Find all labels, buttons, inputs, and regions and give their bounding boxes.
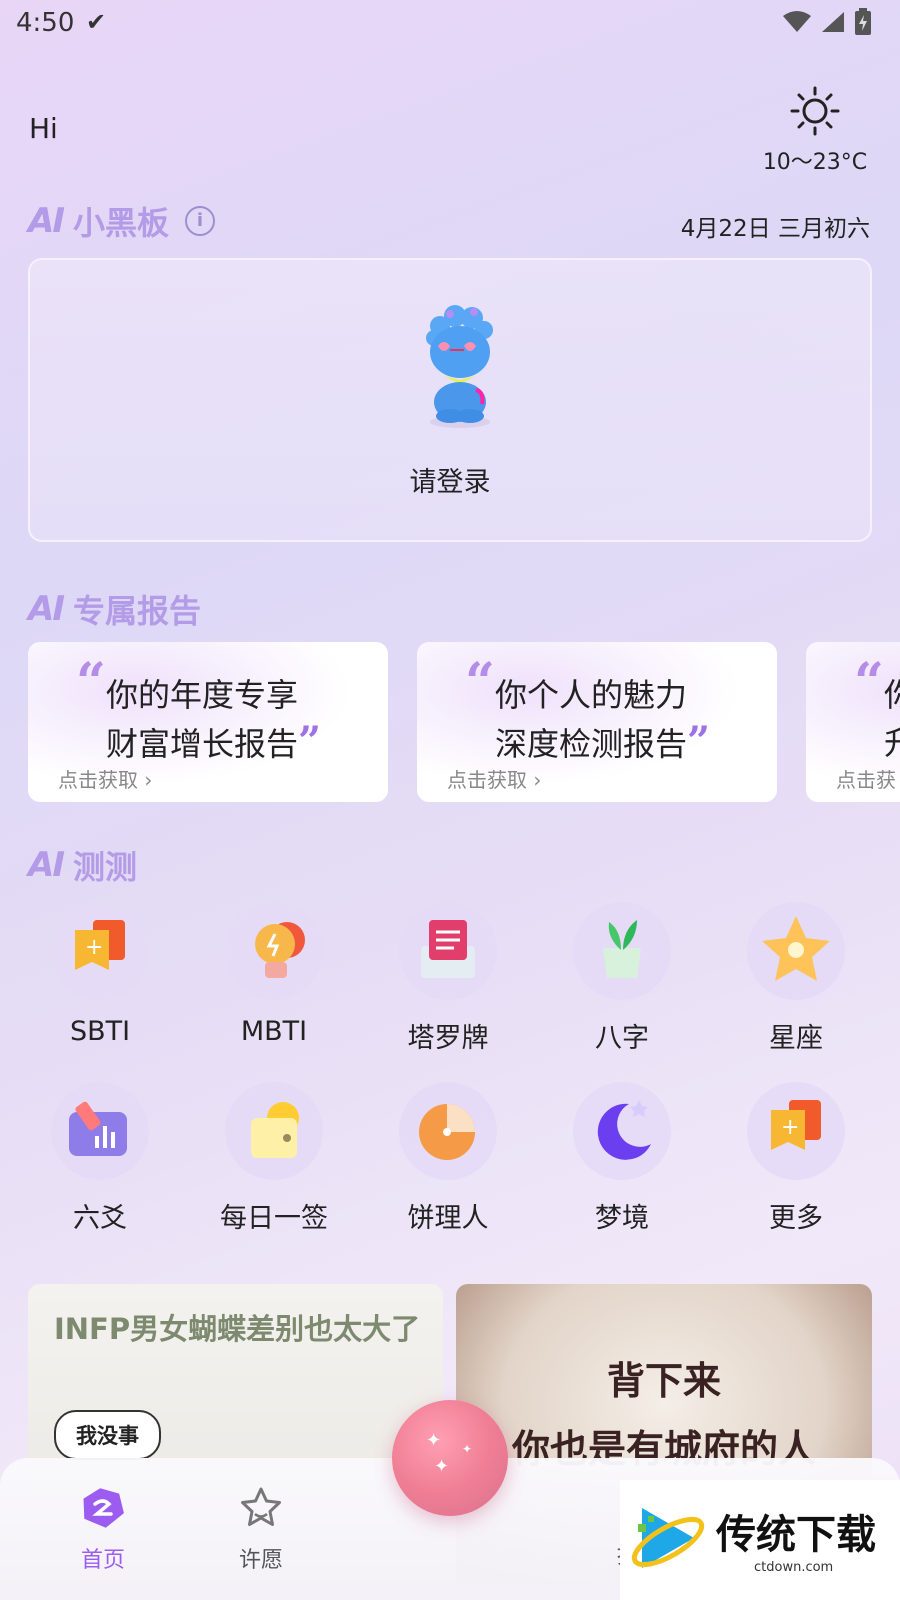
content-card-line1: 背下来 [606,1359,721,1403]
quote-open-icon: “ [854,652,884,713]
tests-title: 测测 [72,848,137,886]
sparkle-icon: ✦ [462,1442,473,1456]
svg-text:+: + [85,935,103,960]
report-title: 专属报告 [72,592,201,630]
download-done-icon: ✔ [86,8,107,36]
status-time: 4:50 [16,8,75,38]
test-label: SBTI [69,1016,131,1047]
watermark-url: ctdown.com [754,1560,834,1575]
test-label: 八字 [595,1023,649,1054]
watermark-logo: 传统下载 ctdown.com [620,1480,900,1600]
date-label: 4月22日 三月初六 [680,216,870,242]
mascot-image [426,305,493,428]
blackboard-header: AI 小黑板 i [28,198,215,244]
battery-icon [855,8,871,35]
test-label: 更多 [769,1203,823,1234]
test-item-liuyao[interactable]: 六爻 [30,1082,170,1235]
report-carousel[interactable]: “ 你的年度专享 财富增长报告” 点击获取 › “ 你个人的魅力 深度检测报告”… [28,642,900,804]
watermark-logo-icon [631,1508,705,1568]
report-cta-link[interactable]: 点击获取 › [58,764,152,793]
greeting-text: Hi [29,112,58,145]
report-cta-link[interactable]: 点击获取 › [447,764,541,793]
test-item-mbti[interactable]: MBTI [204,902,344,1047]
report-line2: 升 [884,718,900,764]
wifi-icon [783,11,811,32]
test-label: 塔罗牌 [407,1023,489,1054]
content-card-title: INFP男女蝴蝶差别也太大了 [54,1312,421,1346]
test-item-daily-sign[interactable]: 每日一签 [204,1082,344,1235]
report-header: AI 专属报告 [28,586,201,632]
blackboard-title: 小黑板 [72,204,169,242]
test-item-pie[interactable]: 饼理人 [378,1082,518,1235]
ai-logo: AI [28,201,65,241]
report-line1: 你的年度专享 [106,676,299,714]
report-cta-link[interactable]: 点击获 [836,764,896,793]
test-label: 星座 [769,1023,823,1054]
sparkle-icon: ✦ [426,1430,442,1451]
report-card[interactable]: “ 你的年度专享 财富增长报告” 点击获取 › [28,642,388,802]
status-bar: 4:50 ✔ [0,0,900,48]
test-item-tarot[interactable]: 塔罗牌 [378,902,518,1055]
test-label: MBTI [240,1016,308,1047]
test-label: 六爻 [73,1203,127,1234]
home-icon [83,1488,124,1528]
sparkle-icon: ✦ [434,1456,450,1477]
sbti-icon: + [51,902,149,1000]
weather-temperature: 10～23°C [762,150,868,175]
nav-wish[interactable]: 许愿 [206,1484,316,1574]
bazi-icon [573,902,671,1000]
pie-icon [399,1082,497,1180]
test-item-dream[interactable]: 梦境 [552,1082,692,1235]
weather-widget[interactable]: 10～23°C [760,86,870,176]
more-icon: + [747,1082,845,1180]
watermark-text: 传统下载 [716,1512,876,1558]
report-line1: 你 [884,670,900,716]
test-label: 饼理人 [407,1203,489,1234]
report-card[interactable]: “ 你 升 点击获 [806,642,900,802]
mbti-icon [225,902,323,1000]
report-line2: 深度检测报告” [495,718,711,765]
zodiac-icon [747,902,845,1000]
quote-open-icon: “ [465,652,495,713]
sun-icon [790,86,840,136]
liuyao-icon [51,1082,149,1180]
report-line1: 你个人的魅力 [495,676,688,714]
login-card[interactable]: 请登录 [28,258,872,542]
quote-close-icon: ” [298,718,322,765]
dream-icon [573,1082,671,1180]
speech-bubble: 我没事 [54,1410,161,1460]
star-icon [241,1487,281,1526]
test-label: 梦境 [595,1203,649,1234]
report-card[interactable]: “ 你个人的魅力 深度检测报告” 点击获取 › [417,642,777,802]
quote-close-icon: ” [687,718,711,765]
nav-label: 首页 [80,1548,125,1573]
test-item-more[interactable]: + 更多 [726,1082,866,1235]
test-item-sbti[interactable]: + SBTI [30,902,170,1047]
nav-label: 许愿 [238,1548,283,1573]
daily-sign-icon [225,1082,323,1180]
status-icons [782,8,872,36]
ai-logo: AI [28,845,65,885]
login-prompt[interactable]: 请登录 [30,460,870,499]
nav-home[interactable]: 首页 [48,1484,158,1574]
info-icon[interactable]: i [184,206,215,236]
tests-header: AI 测测 [28,842,137,888]
test-label: 每日一签 [220,1203,328,1234]
ai-fab-button[interactable]: ✦ ✦ ✦ [392,1400,508,1516]
ai-logo: AI [28,589,65,629]
svg-text:+: + [781,1115,799,1140]
test-item-zodiac[interactable]: 星座 [726,902,866,1055]
quote-open-icon: “ [76,652,106,713]
tarot-icon [399,902,497,1000]
signal-icon [822,12,844,32]
report-line2: 财富增长报告” [106,718,322,765]
test-item-bazi[interactable]: 八字 [552,902,692,1055]
